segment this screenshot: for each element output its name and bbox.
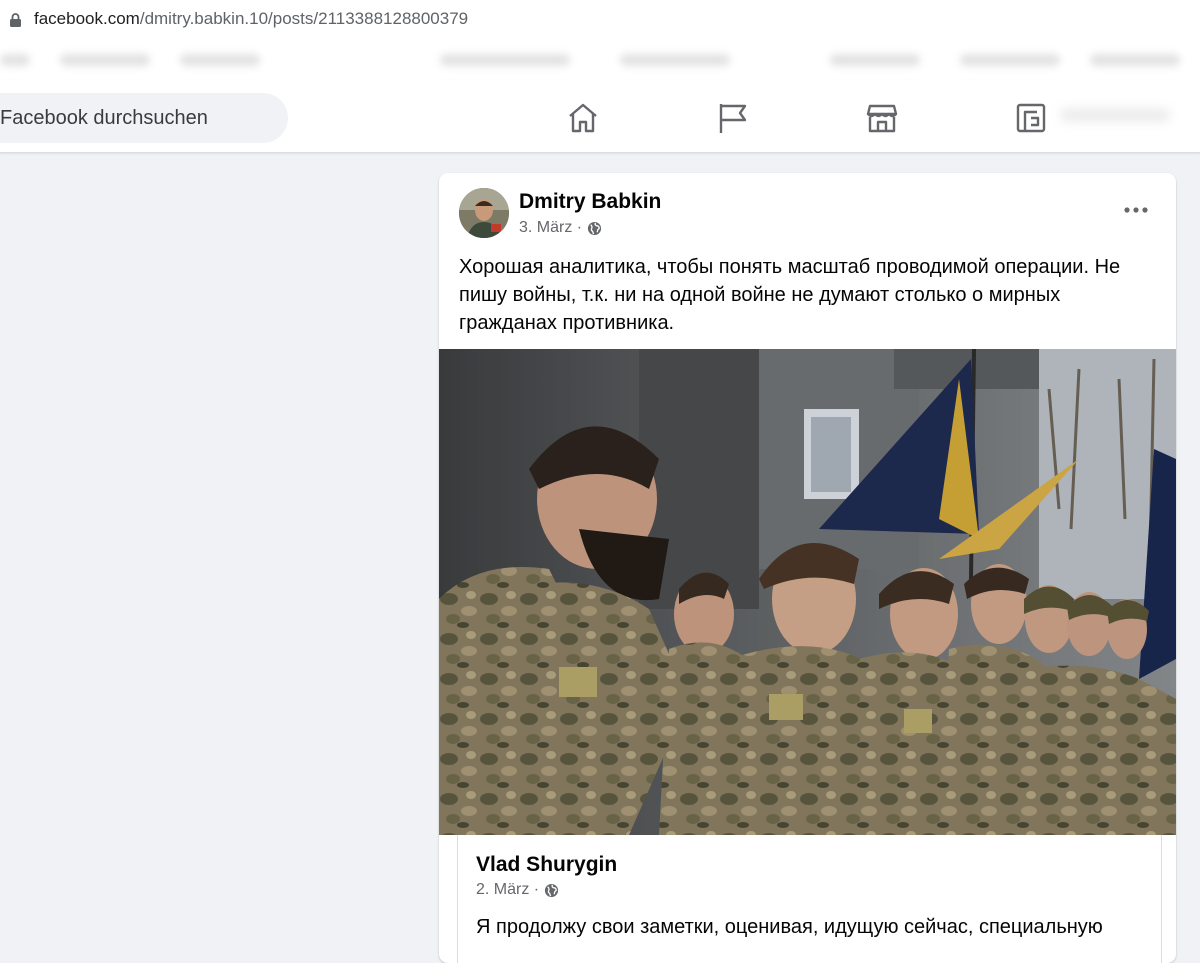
search-input[interactable] <box>0 93 280 143</box>
pages-flag-icon[interactable] <box>715 100 751 136</box>
bookmarks-bar <box>0 40 1200 80</box>
post-author-name[interactable]: Dmitry Babkin <box>519 190 661 214</box>
post-card: Dmitry Babkin 3. März · Хорошая аналитик… <box>439 173 1176 963</box>
search-box[interactable] <box>0 93 288 143</box>
marketplace-icon[interactable] <box>864 100 900 136</box>
post-date[interactable]: 3. März · <box>519 219 582 237</box>
lock-icon <box>10 13 21 27</box>
post-photo[interactable] <box>439 349 1176 835</box>
home-icon[interactable] <box>565 100 601 136</box>
url-path: /dmitry.babkin.10/posts/2113388128800379 <box>139 9 469 28</box>
gaming-icon[interactable] <box>1013 100 1049 136</box>
post-options-button[interactable] <box>1119 195 1153 225</box>
url-text[interactable]: facebook.com/dmitry.babkin.10/posts/2113… <box>34 9 468 29</box>
more-horizontal-icon <box>1124 207 1148 213</box>
browser-address-bar[interactable]: facebook.com/dmitry.babkin.10/posts/2113… <box>0 0 1200 40</box>
shared-post[interactable]: Vlad Shurygin 2. März · Я продолжу свои … <box>457 835 1162 963</box>
url-host: facebook.com <box>34 9 140 28</box>
shared-post-date[interactable]: 2. März · <box>476 881 539 899</box>
account-controls-blurred <box>1060 108 1170 122</box>
shared-post-author-name[interactable]: Vlad Shurygin <box>476 853 617 877</box>
facebook-top-nav <box>0 80 1200 153</box>
post-meta: 3. März · <box>519 219 602 237</box>
globe-icon <box>545 883 559 897</box>
avatar[interactable] <box>459 188 509 238</box>
globe-icon <box>588 221 602 235</box>
post-text: Хорошая аналитика, чтобы понять масштаб … <box>459 256 1121 334</box>
shared-post-meta: 2. März · <box>476 881 559 899</box>
shared-post-text: Я продолжу свои заметки, оценивая, идущу… <box>476 916 1103 938</box>
